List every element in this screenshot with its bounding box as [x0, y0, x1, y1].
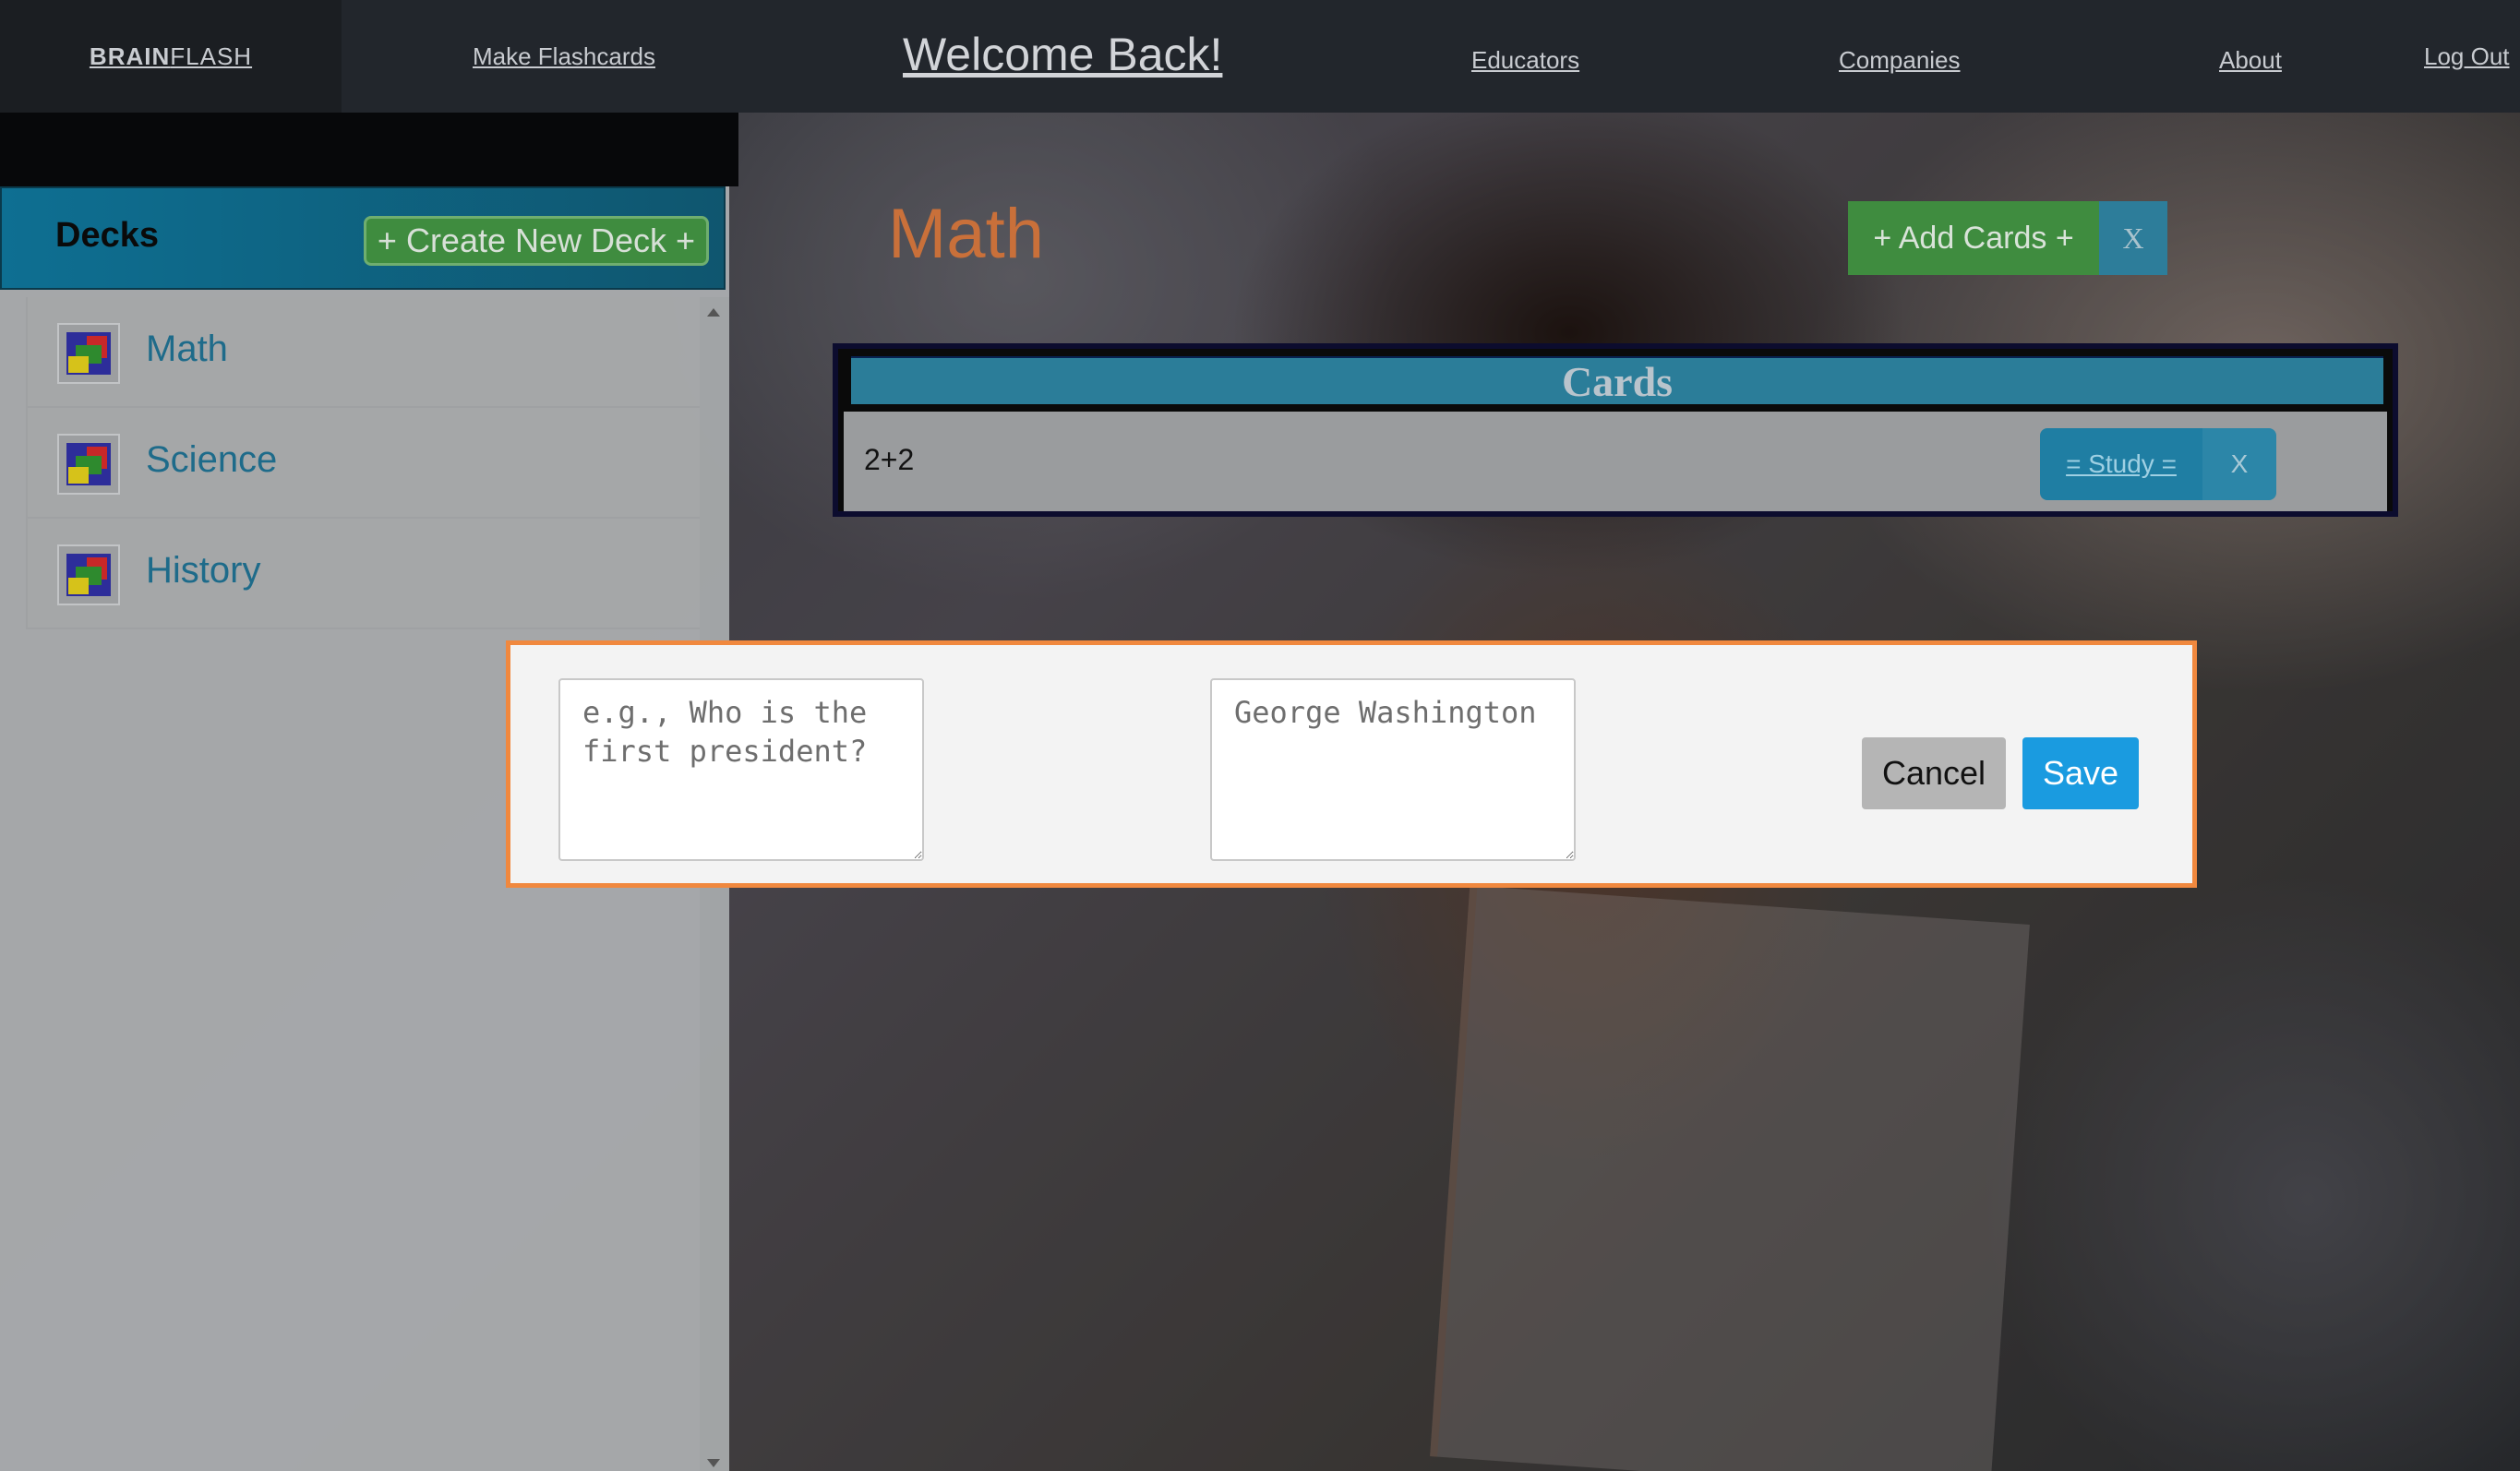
- deck-name: Math: [146, 329, 228, 369]
- brand-logo[interactable]: BRAIN FLASH: [0, 0, 342, 113]
- deck-title: Math: [888, 195, 1044, 273]
- delete-card-button[interactable]: X: [2202, 428, 2276, 500]
- create-deck-button[interactable]: + Create New Deck +: [364, 216, 709, 266]
- brand-rest-text: FLASH: [170, 42, 253, 70]
- deck-cards-icon: [57, 323, 120, 384]
- card-front-text: 2+2: [864, 443, 915, 476]
- add-cards-button[interactable]: + Add Cards +: [1848, 201, 2099, 275]
- question-field[interactable]: [558, 678, 924, 861]
- deck-cards-icon: [57, 434, 120, 495]
- cards-panel: Cards 2+2 = Study = X: [833, 343, 2398, 517]
- brand-bold-text: BRAIN: [89, 42, 171, 70]
- close-deck-button[interactable]: X: [2099, 201, 2167, 275]
- deck-item-history[interactable]: History: [26, 519, 700, 629]
- deck-item-math[interactable]: Math: [26, 297, 700, 408]
- cards-header: Cards: [851, 356, 2383, 405]
- decks-title: Decks: [55, 216, 159, 255]
- logout-link[interactable]: Log Out: [2424, 42, 2510, 71]
- about-link[interactable]: About: [2219, 46, 2282, 75]
- cancel-button[interactable]: Cancel: [1862, 737, 2006, 809]
- scroll-down-icon[interactable]: [707, 1459, 720, 1467]
- make-flashcards-link[interactable]: Make Flashcards: [473, 42, 655, 71]
- decks-header: Decks + Create New Deck +: [0, 186, 726, 290]
- answer-field[interactable]: [1210, 678, 1576, 861]
- deck-item-science[interactable]: Science: [26, 408, 700, 519]
- card-row: 2+2 = Study = X: [844, 412, 2387, 511]
- deck-cards-icon: [57, 544, 120, 605]
- companies-link[interactable]: Companies: [1839, 46, 1961, 75]
- nav-shadow-strip: [0, 113, 738, 186]
- welcome-link[interactable]: Welcome Back!: [903, 28, 1222, 81]
- study-button[interactable]: = Study =: [2040, 428, 2202, 500]
- add-card-modal: Cancel Save: [506, 640, 2197, 888]
- save-button[interactable]: Save: [2022, 737, 2139, 809]
- scroll-up-icon[interactable]: [707, 308, 720, 317]
- deck-list: Math Science History: [26, 297, 700, 629]
- top-nav: BRAIN FLASH Make Flashcards Welcome Back!…: [0, 0, 2520, 113]
- deck-name: History: [146, 550, 261, 591]
- educators-link[interactable]: Educators: [1471, 46, 1579, 75]
- deck-name: Science: [146, 439, 278, 480]
